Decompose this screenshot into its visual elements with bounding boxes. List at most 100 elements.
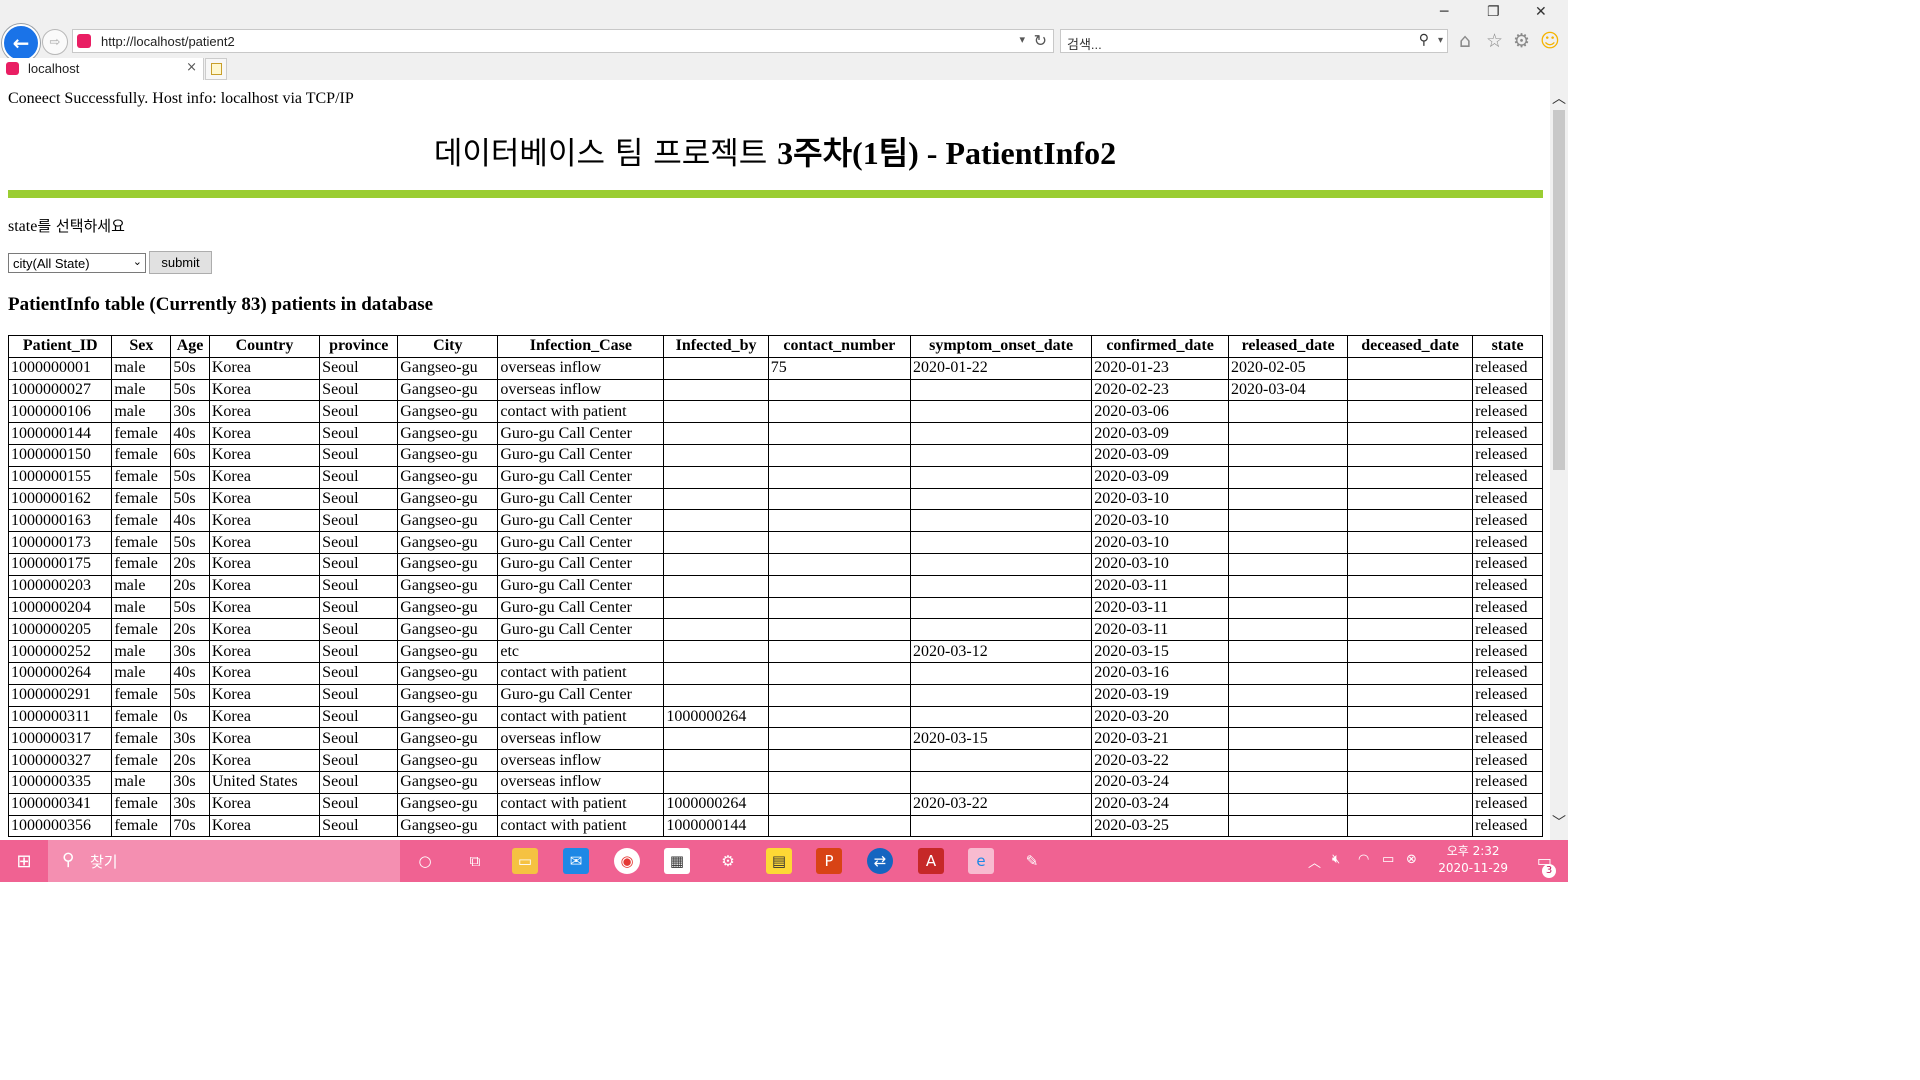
- settings-icon[interactable]: ⚙: [715, 848, 741, 874]
- table-cell: 1000000317: [7, 727, 113, 751]
- table-cell: [767, 509, 912, 533]
- mail-icon[interactable]: ✉: [563, 848, 589, 874]
- table-cell: released: [1472, 618, 1543, 642]
- search-dropdown-icon[interactable]: ▾: [1438, 35, 1443, 46]
- table-cell: female: [111, 727, 172, 751]
- battery-icon[interactable]: ▭: [1382, 852, 1394, 867]
- store-icon[interactable]: ▦: [664, 848, 690, 874]
- table-row: 1000000106 male 30s Korea Seoul Gangseo-gu con…: [7, 400, 1543, 424]
- table-cell: [767, 661, 912, 685]
- acrobat-icon[interactable]: A: [918, 848, 944, 874]
- table-cell: released: [1472, 749, 1543, 772]
- address-bar[interactable]: http://localhost/patient2 ▾ ↻: [72, 29, 1054, 53]
- table-cell: [1227, 487, 1349, 511]
- table-heading: PatientInfo table (Currently 83) patient…: [8, 294, 434, 315]
- table-cell: [910, 661, 1093, 685]
- table-cell: 50s: [170, 378, 210, 402]
- table-cell: 1000000252: [7, 640, 113, 663]
- green-divider: [8, 190, 1543, 198]
- restore-button[interactable]: ❐: [1487, 4, 1500, 20]
- table-row: 1000000163 female 40s Korea Seoul Gangseo-gu G…: [7, 509, 1543, 533]
- table-cell: 60s: [170, 443, 210, 467]
- file-explorer-icon[interactable]: ▭: [512, 848, 538, 874]
- url-text[interactable]: http://localhost/patient2: [101, 34, 235, 49]
- paint-icon[interactable]: ✎: [1019, 848, 1045, 874]
- notification-badge: 3: [1542, 864, 1556, 878]
- table-cell: Korea: [208, 378, 321, 402]
- table-cell: 1000000204: [7, 596, 113, 620]
- table-cell: [910, 596, 1093, 620]
- state-select[interactable]: city(All State) ⌄: [8, 253, 146, 273]
- table-cell: Gangseo-gu: [397, 422, 499, 445]
- chevron-up-icon[interactable]: ︿: [1308, 852, 1321, 871]
- taskbar-search[interactable]: ⚲ 찾기: [48, 840, 400, 882]
- table-cell: [663, 356, 769, 380]
- chrome-icon[interactable]: ◉: [614, 848, 640, 874]
- table-cell: [1347, 792, 1474, 816]
- table-cell: [910, 749, 1093, 772]
- new-tab-button[interactable]: [205, 58, 227, 80]
- table-cell: Guro-gu Call Center: [497, 618, 665, 642]
- clock[interactable]: 오후 2:32 2020-11-29: [1438, 843, 1508, 877]
- table-cell: [1347, 727, 1474, 751]
- table-cell: overseas inflow: [497, 727, 665, 751]
- table-cell: female: [111, 749, 172, 772]
- home-icon[interactable]: ⌂: [1459, 30, 1471, 52]
- table-cell: 50s: [170, 596, 210, 620]
- table-cell: Korea: [208, 792, 321, 816]
- table-cell: Gangseo-gu: [397, 574, 499, 598]
- submit-button[interactable]: submit: [149, 251, 212, 274]
- back-arrow-icon: ←: [12, 31, 30, 55]
- table-cell: Korea: [208, 422, 321, 445]
- gear-icon[interactable]: ⚙: [1513, 30, 1530, 52]
- table-cell: Seoul: [319, 770, 399, 794]
- table-cell: Guro-gu Call Center: [497, 465, 665, 489]
- table-cell: [910, 378, 1093, 402]
- powerpoint-icon[interactable]: P: [816, 848, 842, 874]
- table-cell: 50s: [170, 465, 210, 489]
- back-button[interactable]: ←: [2, 24, 40, 62]
- search-icon[interactable]: ⚲: [1419, 32, 1429, 48]
- table-cell: 30s: [170, 792, 210, 816]
- refresh-icon[interactable]: ↻: [1034, 31, 1047, 50]
- vertical-scrollbar[interactable]: ︿ ﹀: [1550, 80, 1568, 840]
- teamviewer-icon[interactable]: ⇄: [867, 848, 893, 874]
- address-dropdown-icon[interactable]: ▾: [1019, 33, 1025, 46]
- start-button[interactable]: ⊞: [0, 840, 48, 882]
- search-input[interactable]: 검색... ⚲ ▾: [1060, 29, 1448, 53]
- table-cell: Guro-gu Call Center: [497, 683, 665, 707]
- table-cell: 2020-03-15: [1091, 640, 1229, 663]
- column-header: Age: [170, 335, 210, 358]
- volume-muted-icon[interactable]: 🔇︎: [1332, 852, 1340, 867]
- star-icon[interactable]: ☆: [1486, 30, 1503, 52]
- scroll-up-icon[interactable]: ︿: [1552, 88, 1566, 108]
- table-cell: Guro-gu Call Center: [497, 531, 665, 554]
- table-cell: [910, 574, 1093, 598]
- internet-explorer-icon[interactable]: e: [968, 848, 994, 874]
- table-cell: Korea: [208, 705, 321, 729]
- table-cell: 2020-03-04: [1227, 378, 1349, 402]
- forward-button[interactable]: ⇨: [42, 29, 68, 55]
- table-cell: [1227, 618, 1349, 642]
- scroll-down-icon[interactable]: ﹀: [1552, 812, 1566, 832]
- table-cell: male: [111, 356, 172, 380]
- close-window-button[interactable]: ✕: [1535, 4, 1547, 20]
- minimize-button[interactable]: ─: [1440, 4, 1448, 20]
- table-cell: [663, 574, 769, 598]
- table-row: 1000000341 female 30s Korea Seoul Gangseo-gu c…: [7, 792, 1543, 816]
- tab-localhost[interactable]: localhost ×: [0, 58, 204, 80]
- column-header: confirmed_date: [1091, 335, 1229, 358]
- smiley-icon[interactable]: ☺: [1540, 30, 1560, 52]
- close-circle-icon[interactable]: ⊗: [1406, 852, 1417, 867]
- table-cell: Gangseo-gu: [397, 487, 499, 511]
- tab-close-icon[interactable]: ×: [186, 60, 197, 75]
- sticky-notes-icon[interactable]: ▤: [766, 848, 792, 874]
- column-header: deceased_date: [1347, 335, 1474, 358]
- table-cell: Korea: [208, 509, 321, 533]
- wifi-icon[interactable]: ◠: [1358, 852, 1369, 867]
- task-view-icon[interactable]: ⧉: [462, 848, 488, 874]
- scrollbar-thumb[interactable]: [1553, 110, 1565, 470]
- table-cell: [663, 531, 769, 554]
- cortana-icon[interactable]: ○: [412, 848, 438, 874]
- table-cell: female: [111, 487, 172, 511]
